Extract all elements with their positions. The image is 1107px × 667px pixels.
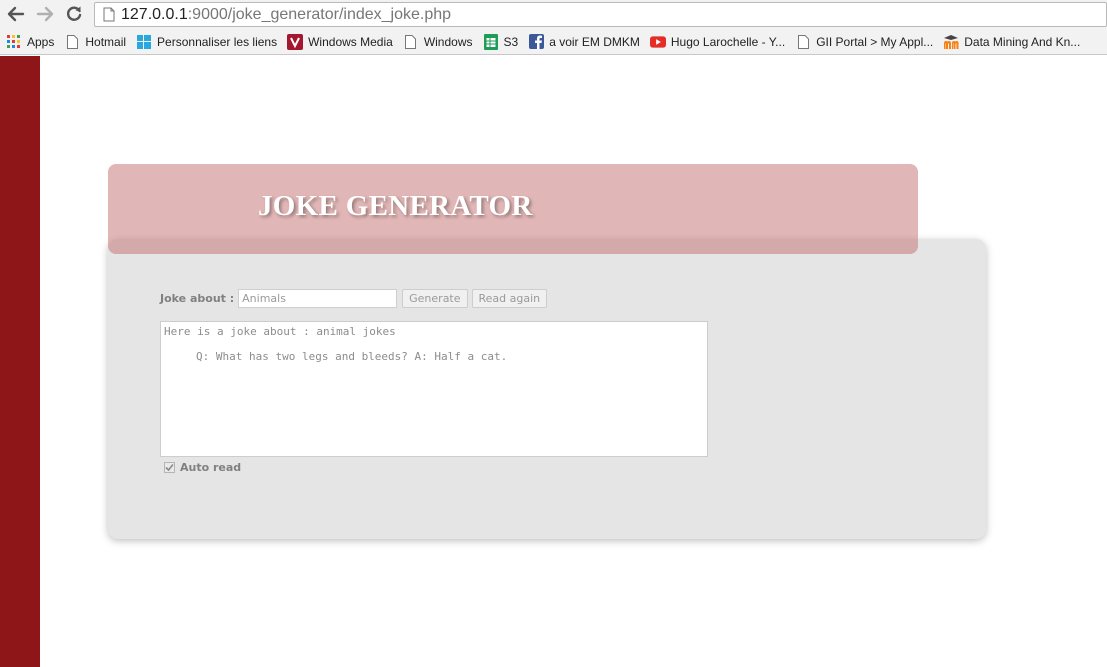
- apps-grid-icon: [6, 34, 22, 50]
- page-icon: [795, 34, 811, 50]
- bookmark-label: Data Mining And Kn...: [964, 34, 1081, 49]
- windows-media-icon: [287, 33, 304, 50]
- page-icon: [101, 7, 117, 23]
- bookmark-hotmail[interactable]: Hotmail: [64, 34, 126, 50]
- bookmark-gii-portal[interactable]: GII Portal > My Appl...: [795, 34, 933, 50]
- url-text: 127.0.0.1:9000/joke_generator/index_joke…: [121, 6, 451, 24]
- auto-read-row: Auto read: [164, 461, 241, 474]
- bookmark-data-mining[interactable]: Data Mining And Kn...: [943, 34, 1080, 50]
- bookmark-label: Windows: [423, 34, 473, 49]
- url-host: 127.0.0.1: [121, 5, 188, 23]
- windows-logo-icon: [136, 34, 152, 50]
- title-banner: JOKE GENERATOR: [108, 164, 918, 254]
- bookmark-s3[interactable]: S3: [483, 33, 519, 50]
- joke-about-label: Joke about :: [160, 292, 235, 305]
- moodle-icon: [943, 34, 959, 50]
- facebook-icon: [528, 34, 544, 50]
- bookmark-hugo[interactable]: Hugo Larochelle - Y...: [649, 34, 786, 50]
- auto-read-checkbox[interactable]: [164, 462, 175, 473]
- page-icon: [403, 34, 419, 50]
- forward-arrow-icon[interactable]: [34, 3, 56, 25]
- back-arrow-icon[interactable]: [5, 3, 27, 25]
- bookmark-label: Windows Media: [308, 34, 393, 49]
- bookmark-label: Hugo Larochelle - Y...: [670, 34, 786, 49]
- joke-text-line: Q: What has two legs and bleeds? A: Half…: [196, 350, 508, 363]
- bookmark-label: S3: [503, 34, 519, 49]
- bookmark-personnaliser[interactable]: Personnaliser les liens: [136, 34, 277, 50]
- joke-form-row: Joke about : Generate Read again: [160, 289, 551, 308]
- joke-panel: Joke about : Generate Read again Here is…: [108, 239, 986, 539]
- bookmark-label: a voir EM DMKM: [549, 34, 640, 49]
- checkmark-icon: [165, 463, 174, 472]
- page-content: Joke about : Generate Read again Here is…: [0, 56, 1107, 667]
- bookmark-windows-media[interactable]: Windows Media: [287, 33, 393, 50]
- bookmark-label: Hotmail: [85, 34, 127, 49]
- page-title: JOKE GENERATOR: [258, 190, 533, 222]
- page-icon: [64, 34, 80, 50]
- bookmark-label: Apps: [27, 34, 55, 49]
- address-bar[interactable]: 127.0.0.1:9000/joke_generator/index_joke…: [94, 2, 1107, 27]
- bookmark-windows[interactable]: Windows: [403, 34, 473, 50]
- sheets-icon: [483, 33, 499, 50]
- joke-topic-input[interactable]: [238, 289, 398, 308]
- bookmarks-bar: Apps Hotmail Personnaliser les liens Win…: [0, 29, 1107, 55]
- generate-button[interactable]: Generate: [402, 289, 468, 308]
- bookmark-label: GII Portal > My Appl...: [816, 34, 934, 49]
- bookmark-apps[interactable]: Apps: [6, 34, 54, 50]
- bookmark-label: Personnaliser les liens: [157, 34, 278, 49]
- url-path: :9000/joke_generator/index_joke.php: [187, 5, 452, 23]
- read-again-button[interactable]: Read again: [471, 289, 548, 308]
- browser-toolbar: 127.0.0.1:9000/joke_generator/index_joke…: [0, 0, 1107, 29]
- bookmark-a-voir[interactable]: a voir EM DMKM: [528, 34, 640, 50]
- youtube-icon: [649, 34, 666, 50]
- side-stripe: [0, 56, 40, 667]
- joke-textarea[interactable]: Here is a joke about : animal jokes Q: Wh…: [160, 321, 708, 457]
- auto-read-label: Auto read: [180, 461, 242, 474]
- joke-intro-line: Here is a joke about : animal jokes: [164, 325, 396, 338]
- reload-icon[interactable]: [63, 3, 85, 25]
